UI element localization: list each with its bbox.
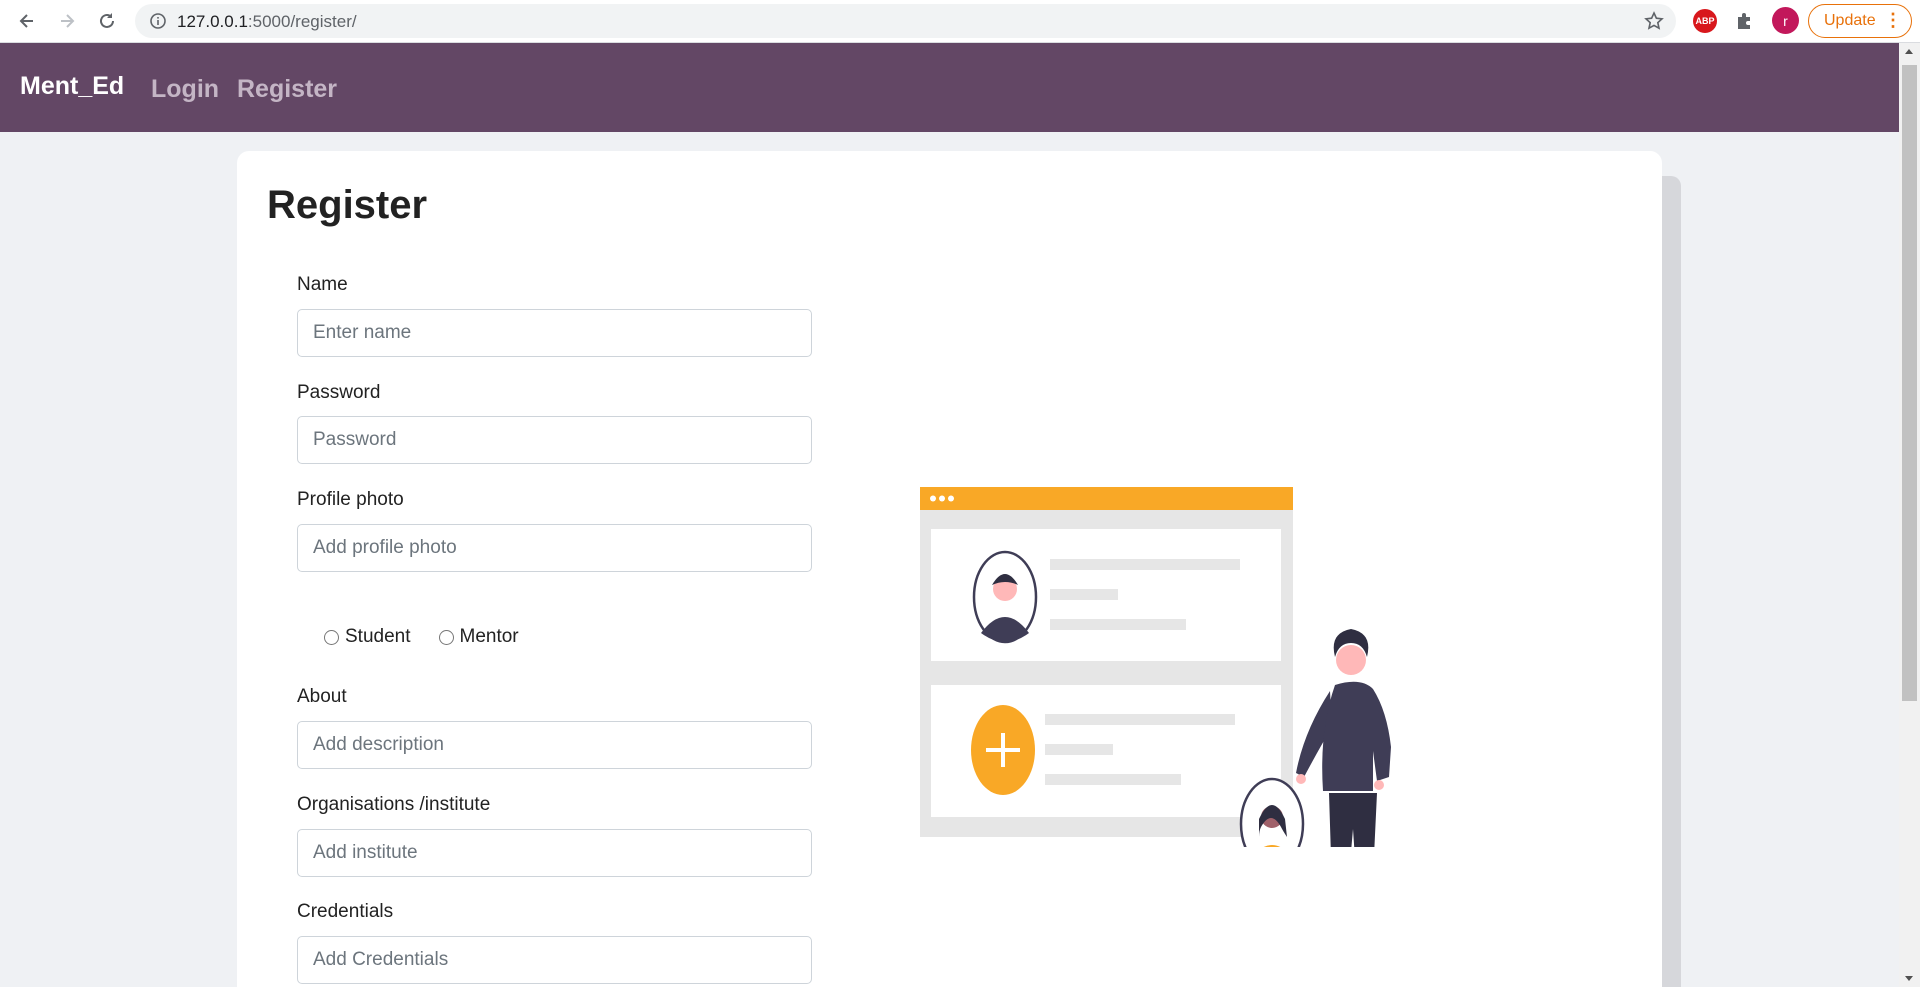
page-title: Register [267,183,428,227]
reload-icon[interactable] [94,8,120,34]
register-illustration [920,487,1391,847]
scroll-down-arrow-icon[interactable] [1905,976,1913,981]
scroll-up-arrow-icon[interactable] [1905,49,1913,54]
password-label: Password [297,382,381,403]
scroll-thumb[interactable] [1902,65,1917,701]
update-label: Update [1824,12,1876,29]
extensions-icon[interactable] [1733,9,1757,33]
role-radio-group: Student Mentor [324,626,547,648]
credentials-label: Credentials [297,901,394,922]
mentor-radio[interactable] [438,629,454,645]
more-vert-icon[interactable]: ⋮ [1884,10,1902,31]
name-input[interactable] [297,309,812,357]
role-mentor-option[interactable]: Mentor [438,626,519,648]
bookmark-star-icon[interactable] [1644,11,1664,31]
institute-input[interactable] [297,829,812,877]
nav-login-link[interactable]: Login [151,75,219,104]
nav-register-link[interactable]: Register [237,75,337,104]
register-card: Register Name Password Profile photo Stu… [237,151,1662,987]
address-bar[interactable]: 127.0.0.1:5000/register/ [135,4,1676,38]
credentials-input[interactable] [297,936,812,984]
profile-avatar[interactable]: r [1772,7,1799,34]
about-label: About [297,686,347,707]
person-figure [1336,645,1366,675]
student-radio[interactable] [324,629,339,645]
page-scrollbar[interactable] [1899,43,1920,987]
mentor-radio-label: Mentor [459,626,519,647]
adblock-icon[interactable]: ABP [1693,9,1717,33]
browser-toolbar: 127.0.0.1:5000/register/ ABP r Update ⋮ [0,0,1920,43]
forward-icon[interactable] [54,8,80,34]
name-label: Name [297,274,348,295]
profile-photo-input[interactable] [297,524,812,572]
about-input[interactable] [297,721,812,769]
back-icon[interactable] [14,8,40,34]
brand-logo[interactable]: Ment_Ed [20,72,124,101]
info-icon[interactable] [149,12,167,30]
role-student-option[interactable]: Student [324,626,411,648]
window-titlebar [920,487,1293,510]
institute-label: Organisations /institute [297,794,491,815]
url-text: 127.0.0.1:5000/register/ [177,12,357,31]
update-button[interactable]: Update ⋮ [1808,4,1912,38]
password-input[interactable] [297,416,812,464]
student-radio-label: Student [345,626,411,647]
app-navbar: Ment_Ed Login Register [0,43,1899,132]
profile-photo-label: Profile photo [297,489,404,510]
